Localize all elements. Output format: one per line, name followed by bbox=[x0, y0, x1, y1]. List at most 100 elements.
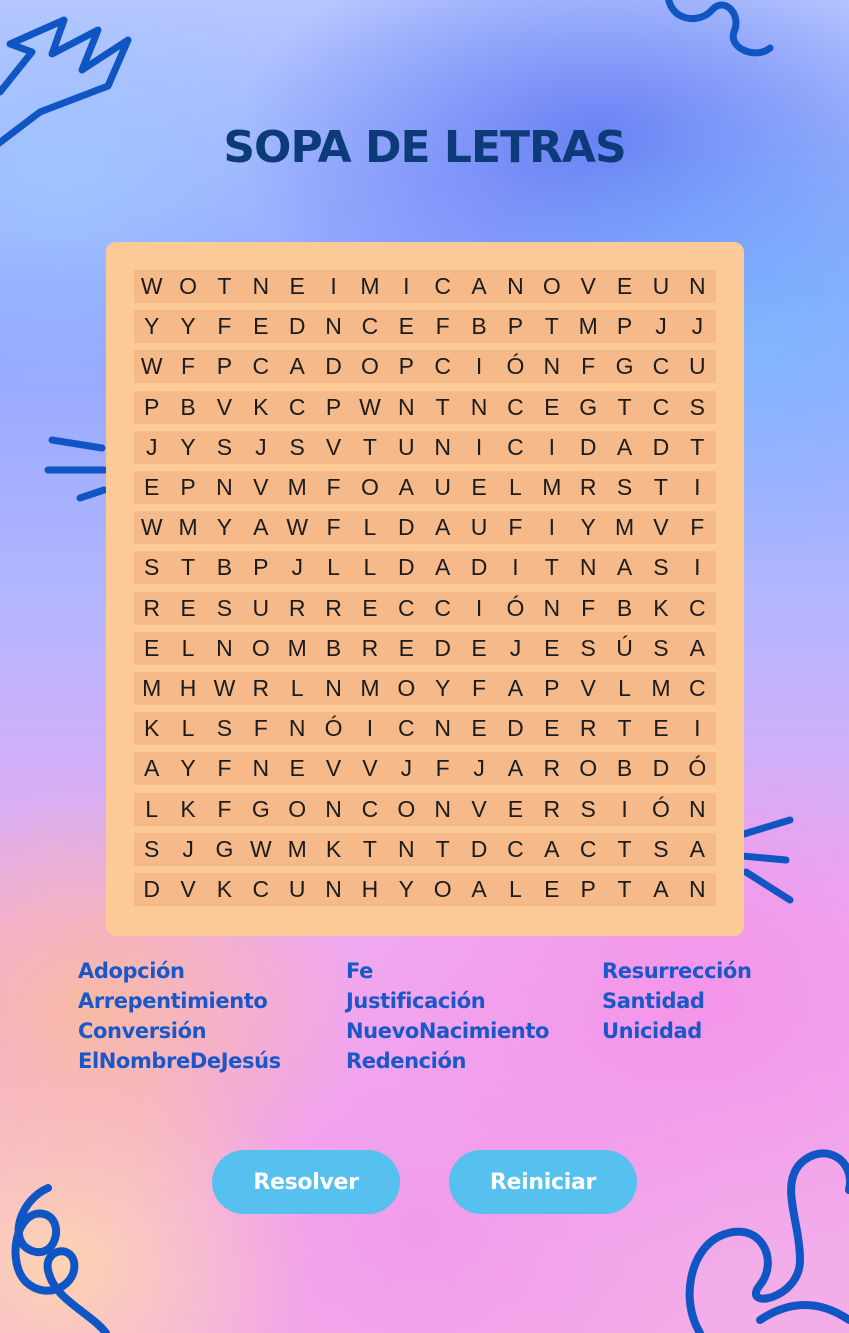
grid-cell[interactable]: G bbox=[607, 350, 643, 383]
grid-cell[interactable]: E bbox=[389, 310, 425, 343]
grid-cell[interactable]: A bbox=[425, 551, 461, 584]
solve-button[interactable]: Resolver bbox=[212, 1150, 400, 1214]
grid-cell[interactable]: D bbox=[425, 632, 461, 665]
grid-cell[interactable]: H bbox=[352, 873, 388, 906]
grid-cell[interactable]: N bbox=[534, 592, 570, 625]
grid-cell[interactable]: V bbox=[461, 793, 497, 826]
grid-cell[interactable]: I bbox=[461, 350, 497, 383]
grid-cell[interactable]: L bbox=[352, 511, 388, 544]
grid-cell[interactable]: Y bbox=[389, 873, 425, 906]
grid-cell[interactable]: A bbox=[498, 672, 534, 705]
grid-cell[interactable]: M bbox=[571, 310, 607, 343]
grid-cell[interactable]: E bbox=[280, 270, 316, 303]
grid-cell[interactable]: L bbox=[134, 793, 170, 826]
grid-cell[interactable]: A bbox=[243, 511, 279, 544]
grid-cell[interactable]: Ó bbox=[498, 350, 534, 383]
grid-cell[interactable]: L bbox=[607, 672, 643, 705]
grid-cell[interactable]: S bbox=[643, 551, 679, 584]
grid-cell[interactable]: L bbox=[498, 471, 534, 504]
grid-cell[interactable]: M bbox=[134, 672, 170, 705]
grid-cell[interactable]: J bbox=[134, 431, 170, 464]
grid-cell[interactable]: S bbox=[134, 833, 170, 866]
grid-cell[interactable]: E bbox=[498, 793, 534, 826]
grid-cell[interactable]: R bbox=[316, 592, 352, 625]
grid-cell[interactable]: Y bbox=[207, 511, 243, 544]
grid-cell[interactable]: B bbox=[607, 592, 643, 625]
grid-cell[interactable]: V bbox=[243, 471, 279, 504]
grid-cell[interactable]: K bbox=[134, 712, 170, 745]
grid-cell[interactable]: P bbox=[571, 873, 607, 906]
grid-cell[interactable]: D bbox=[571, 431, 607, 464]
grid-cell[interactable]: I bbox=[316, 270, 352, 303]
grid-cell[interactable]: Ó bbox=[498, 592, 534, 625]
grid-cell[interactable]: A bbox=[607, 431, 643, 464]
grid-cell[interactable]: F bbox=[243, 712, 279, 745]
grid-cell[interactable]: F bbox=[571, 350, 607, 383]
grid-cell[interactable]: L bbox=[170, 712, 206, 745]
grid-cell[interactable]: A bbox=[680, 833, 716, 866]
grid-cell[interactable]: P bbox=[207, 350, 243, 383]
grid-cell[interactable]: M bbox=[280, 471, 316, 504]
grid-cell[interactable]: D bbox=[461, 551, 497, 584]
grid-cell[interactable]: I bbox=[534, 511, 570, 544]
grid-cell[interactable]: Ó bbox=[643, 793, 679, 826]
grid-cell[interactable]: A bbox=[643, 873, 679, 906]
grid-cell[interactable]: Y bbox=[170, 310, 206, 343]
grid-cell[interactable]: T bbox=[643, 471, 679, 504]
grid-cell[interactable]: W bbox=[352, 391, 388, 424]
grid-cell[interactable]: J bbox=[170, 833, 206, 866]
grid-cell[interactable]: M bbox=[534, 471, 570, 504]
grid-cell[interactable]: I bbox=[680, 712, 716, 745]
grid-cell[interactable]: E bbox=[389, 632, 425, 665]
grid-cell[interactable]: N bbox=[207, 471, 243, 504]
grid-cell[interactable]: E bbox=[461, 632, 497, 665]
grid-cell[interactable]: J bbox=[280, 551, 316, 584]
grid-cell[interactable]: J bbox=[243, 431, 279, 464]
grid-cell[interactable]: C bbox=[243, 873, 279, 906]
grid-cell[interactable]: I bbox=[680, 471, 716, 504]
grid-cell[interactable]: W bbox=[134, 511, 170, 544]
grid-cell[interactable]: W bbox=[280, 511, 316, 544]
grid-cell[interactable]: S bbox=[643, 632, 679, 665]
grid-cell[interactable]: B bbox=[170, 391, 206, 424]
grid-cell[interactable]: C bbox=[425, 270, 461, 303]
grid-cell[interactable]: I bbox=[534, 431, 570, 464]
grid-cell[interactable]: F bbox=[207, 793, 243, 826]
grid-cell[interactable]: F bbox=[571, 592, 607, 625]
grid-cell[interactable]: E bbox=[280, 752, 316, 785]
grid-cell[interactable]: C bbox=[498, 431, 534, 464]
grid-cell[interactable]: W bbox=[243, 833, 279, 866]
grid-cell[interactable]: T bbox=[680, 431, 716, 464]
grid-cell[interactable]: A bbox=[498, 752, 534, 785]
grid-cell[interactable]: L bbox=[352, 551, 388, 584]
grid-cell[interactable]: N bbox=[316, 310, 352, 343]
grid-cell[interactable]: A bbox=[389, 471, 425, 504]
grid-cell[interactable]: T bbox=[207, 270, 243, 303]
grid-cell[interactable]: A bbox=[134, 752, 170, 785]
grid-cell[interactable]: A bbox=[280, 350, 316, 383]
grid-cell[interactable]: O bbox=[243, 632, 279, 665]
grid-cell[interactable]: C bbox=[425, 350, 461, 383]
grid-cell[interactable]: C bbox=[352, 793, 388, 826]
grid-cell[interactable]: C bbox=[498, 391, 534, 424]
grid-cell[interactable]: S bbox=[207, 712, 243, 745]
grid-cell[interactable]: E bbox=[461, 712, 497, 745]
grid-cell[interactable]: W bbox=[207, 672, 243, 705]
grid-cell[interactable]: W bbox=[134, 350, 170, 383]
grid-cell[interactable]: N bbox=[498, 270, 534, 303]
grid-cell[interactable]: M bbox=[643, 672, 679, 705]
grid-cell[interactable]: L bbox=[170, 632, 206, 665]
grid-cell[interactable]: D bbox=[389, 551, 425, 584]
grid-cell[interactable]: C bbox=[389, 592, 425, 625]
grid-cell[interactable]: F bbox=[316, 471, 352, 504]
grid-cell[interactable]: D bbox=[316, 350, 352, 383]
grid-cell[interactable]: O bbox=[280, 793, 316, 826]
grid-cell[interactable]: C bbox=[643, 391, 679, 424]
grid-cell[interactable]: U bbox=[643, 270, 679, 303]
grid-cell[interactable]: O bbox=[170, 270, 206, 303]
grid-cell[interactable]: Y bbox=[134, 310, 170, 343]
grid-cell[interactable]: B bbox=[607, 752, 643, 785]
grid-cell[interactable]: B bbox=[316, 632, 352, 665]
grid-cell[interactable]: I bbox=[461, 592, 497, 625]
grid-cell[interactable]: N bbox=[316, 873, 352, 906]
